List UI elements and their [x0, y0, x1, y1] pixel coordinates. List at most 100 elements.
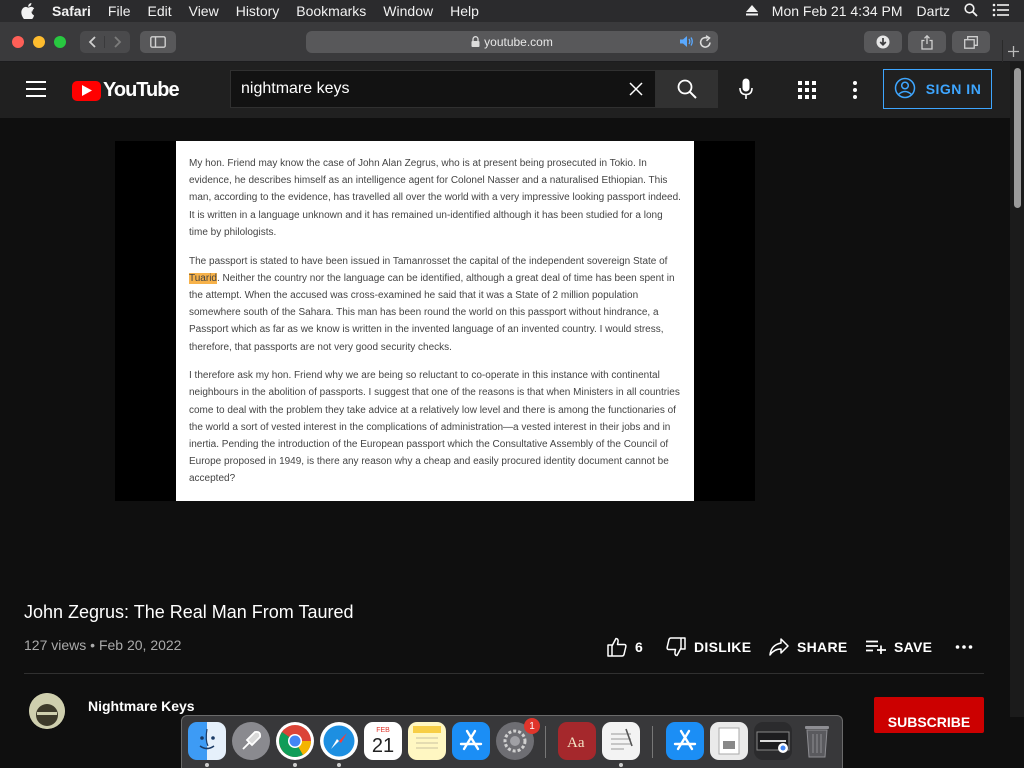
calendar-month: FEB: [376, 726, 390, 734]
lock-icon: [471, 35, 480, 49]
zoom-window-button[interactable]: [54, 36, 66, 48]
highlighted-word: Tuarid: [189, 272, 217, 284]
address-bar[interactable]: youtube.com: [306, 31, 718, 53]
playlist-add-icon: [866, 640, 886, 654]
like-button[interactable]: 6: [607, 636, 643, 658]
subscribe-button[interactable]: SUBSCRIBE: [874, 697, 984, 733]
downloads-stack-icon[interactable]: [754, 722, 792, 760]
minimize-window-button[interactable]: [33, 36, 45, 48]
spotlight-icon[interactable]: [964, 2, 978, 20]
document-stack-icon[interactable]: [710, 722, 748, 760]
running-indicator: [205, 763, 209, 767]
dislike-label: DISLIKE: [694, 639, 752, 655]
video-player[interactable]: My hon. Friend may know the case of John…: [115, 141, 755, 501]
more-horiz-icon: [955, 645, 973, 649]
notes-icon[interactable]: [408, 722, 446, 760]
chrome-icon[interactable]: [276, 722, 314, 760]
control-center-icon[interactable]: [992, 3, 1010, 20]
menu-file[interactable]: File: [108, 3, 131, 19]
menubar-user[interactable]: Dartz: [917, 3, 950, 19]
calendar-day: 21: [371, 734, 395, 757]
video-meta: 127 views • Feb 20, 2022: [24, 637, 181, 653]
save-button[interactable]: SAVE: [866, 636, 932, 658]
app-store-icon[interactable]: [452, 722, 490, 760]
thumbs-down-icon: [666, 637, 686, 657]
running-indicator: [619, 763, 623, 767]
video-title: John Zegrus: The Real Man From Taured: [24, 602, 354, 622]
menu-view[interactable]: View: [189, 3, 219, 19]
more-vert-icon: [853, 81, 857, 99]
tab-overview-button[interactable]: [952, 31, 990, 53]
clear-search-icon[interactable]: [627, 80, 645, 98]
more-actions-button[interactable]: [955, 636, 981, 658]
browser-toolbar: youtube.com: [0, 22, 1024, 62]
account-circle-icon: [894, 77, 916, 102]
safari-icon[interactable]: [320, 722, 358, 760]
channel-avatar[interactable]: [29, 693, 65, 729]
app-store-folder-icon[interactable]: [666, 722, 704, 760]
share-page-button[interactable]: [908, 31, 946, 53]
microphone-icon: [739, 78, 753, 99]
menu-app-name[interactable]: Safari: [52, 3, 91, 19]
channel-name[interactable]: Nightmare Keys: [88, 698, 195, 714]
downloads-button[interactable]: [864, 31, 902, 53]
menu-help[interactable]: Help: [450, 3, 479, 19]
sidebar-icon: [150, 36, 166, 48]
divider: [24, 673, 984, 674]
back-button[interactable]: [80, 36, 105, 48]
system-preferences-icon[interactable]: 1: [496, 718, 540, 760]
menu-bar: Safari File Edit View History Bookmarks …: [0, 0, 1024, 22]
document-paragraph: The passport is stated to have been issu…: [189, 255, 675, 353]
close-window-button[interactable]: [12, 36, 24, 48]
page-scrollbar[interactable]: [1010, 62, 1024, 717]
youtube-logo[interactable]: YouTube: [72, 79, 180, 102]
sign-in-label: SIGN IN: [925, 81, 982, 97]
sidebar-toggle-button[interactable]: [140, 31, 176, 53]
search-input[interactable]: [241, 79, 611, 99]
dictionary-icon[interactable]: Aa: [558, 722, 596, 760]
apple-menu-icon[interactable]: [18, 3, 38, 19]
dislike-button[interactable]: DISLIKE: [666, 636, 751, 658]
launchpad-icon[interactable]: [232, 722, 270, 760]
finder-icon[interactable]: [188, 722, 226, 760]
voice-search-button[interactable]: [734, 76, 758, 102]
menubar-clock[interactable]: Mon Feb 21 4:34 PM: [772, 3, 903, 19]
settings-more-button[interactable]: [846, 79, 864, 101]
menu-history[interactable]: History: [236, 3, 280, 19]
apps-grid-icon: [798, 81, 816, 99]
share-label: SHARE: [797, 639, 848, 655]
download-icon: [876, 35, 890, 49]
audio-playing-icon[interactable]: [679, 35, 694, 51]
thumbs-up-icon: [607, 637, 627, 657]
menu-bookmarks[interactable]: Bookmarks: [296, 3, 366, 19]
menu-window[interactable]: Window: [383, 3, 433, 19]
video-frame-document: My hon. Friend may know the case of John…: [176, 141, 694, 501]
guide-menu-button[interactable]: [26, 81, 46, 97]
dock: FEB 21 1 Aa: [181, 715, 843, 768]
save-label: SAVE: [894, 639, 933, 655]
share-button[interactable]: SHARE: [769, 636, 848, 658]
url-text: youtube.com: [484, 35, 553, 49]
running-indicator: [293, 763, 297, 767]
dock-separator: [545, 726, 546, 758]
upload-date: Feb 20, 2022: [98, 637, 182, 653]
apps-button[interactable]: [796, 79, 818, 101]
trash-icon[interactable]: [798, 722, 836, 760]
sign-in-button[interactable]: SIGN IN: [883, 69, 992, 109]
meta-separator: •: [90, 637, 99, 653]
share-arrow-icon: [769, 638, 789, 656]
menu-edit[interactable]: Edit: [147, 3, 171, 19]
share-icon: [921, 34, 933, 50]
eject-icon[interactable]: [745, 3, 758, 19]
textedit-icon[interactable]: [602, 722, 640, 760]
search-box: [230, 70, 656, 108]
reload-icon[interactable]: [699, 35, 712, 52]
forward-button[interactable]: [105, 36, 130, 48]
search-button[interactable]: [656, 70, 718, 108]
scrollbar-thumb[interactable]: [1014, 68, 1021, 208]
new-tab-button[interactable]: [1002, 40, 1024, 62]
calendar-icon[interactable]: FEB 21: [364, 722, 402, 760]
back-forward-buttons: [80, 31, 130, 53]
update-badge: 1: [524, 718, 540, 734]
running-indicator: [337, 763, 341, 767]
